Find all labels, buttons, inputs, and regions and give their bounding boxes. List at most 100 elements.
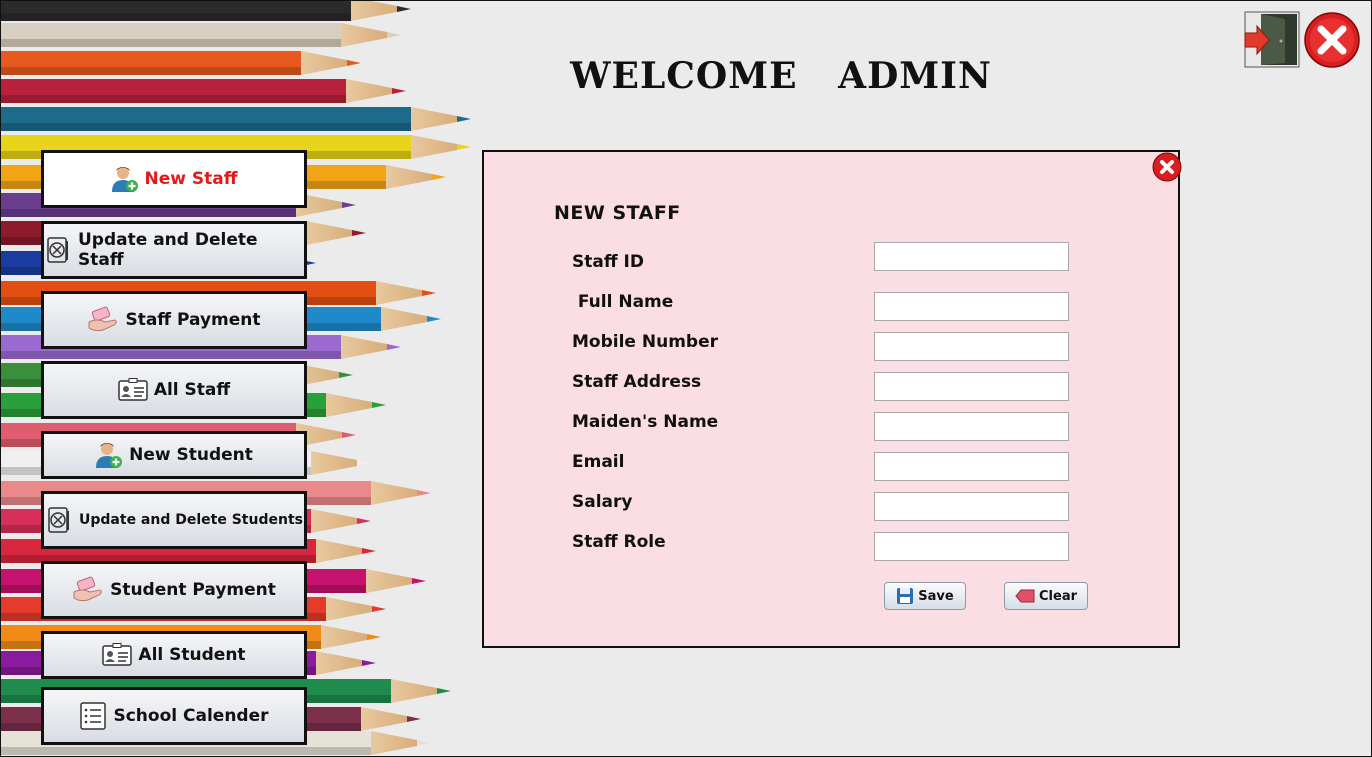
nav-all-student-button[interactable]: All Student (41, 631, 307, 679)
pencil-wood (346, 79, 392, 103)
red-close-icon (1304, 12, 1360, 68)
staff-role-label: Staff Role (572, 532, 666, 552)
pencil-wood (326, 393, 372, 417)
nav-staff-payment-button[interactable]: Staff Payment (41, 291, 307, 349)
staff-address-label: Staff Address (572, 372, 702, 392)
maiden-name-field[interactable] (874, 412, 1069, 441)
floppy-disk-icon (897, 588, 914, 604)
app-window: WELCOME ADMIN New Staff Update and Delet… (0, 0, 1372, 757)
nav-update-delete-staff-button[interactable]: Update and Delete Staff (41, 221, 307, 279)
nav-label: All Staff (153, 380, 231, 400)
nav-label: School Calender (113, 706, 269, 726)
pencil-wood (411, 135, 457, 159)
email-label: Email (572, 452, 625, 472)
full-name-field[interactable] (874, 292, 1069, 321)
close-app-button[interactable] (1303, 11, 1361, 69)
pencil-wood (371, 731, 417, 755)
pencil-shade (1, 95, 346, 103)
list-icon (80, 702, 107, 730)
save-button[interactable]: Save (884, 582, 966, 610)
pencil-tip (362, 660, 376, 666)
mobile-number-field[interactable] (874, 332, 1069, 361)
pencil-wood (311, 509, 357, 533)
staff-address-field[interactable] (874, 372, 1069, 401)
pencil-wood (316, 651, 362, 675)
pencil-wood (386, 165, 432, 189)
eraser-icon (1015, 589, 1035, 603)
clear-label: Clear (1039, 588, 1077, 604)
staff-id-label: Staff ID (572, 252, 644, 272)
pencil-wood (316, 539, 362, 563)
pencil-wood (341, 23, 387, 47)
maiden-name-label: Maiden's Name (572, 412, 719, 432)
pencil-tip (387, 344, 401, 350)
nav-label: Staff Payment (125, 310, 261, 330)
salary-field[interactable] (874, 492, 1069, 521)
mobile-number-label: Mobile Number (572, 332, 718, 352)
payment-hand-icon (73, 576, 102, 602)
nav-label: New Student (129, 445, 253, 465)
pencil-tip (347, 60, 361, 66)
nav-label: New Staff (144, 169, 238, 189)
email-field[interactable] (874, 452, 1069, 481)
nav-all-staff-button[interactable]: All Staff (41, 361, 307, 419)
pencil-wood (376, 281, 422, 305)
pencil-wood (321, 625, 367, 649)
add-user-icon (96, 443, 123, 468)
pencil-wood (306, 221, 352, 245)
clear-button[interactable]: Clear (1004, 582, 1088, 610)
staff-role-field[interactable] (874, 532, 1069, 561)
pencil-wood (341, 335, 387, 359)
pencil-tip (422, 290, 436, 296)
pencil-tip (372, 606, 386, 612)
pencil-shade (1, 747, 371, 755)
nav-new-staff-button[interactable]: New Staff (41, 150, 307, 208)
pencil-wood (361, 707, 407, 731)
pencil-tip (457, 116, 471, 122)
pencil-tip (417, 740, 431, 746)
pencil-tip (407, 716, 421, 722)
staff-id-field[interactable] (874, 242, 1069, 271)
pencil-shade (1, 209, 296, 217)
pencil-shade (1, 13, 351, 21)
nav-label: All Student (138, 645, 246, 665)
pencil-tip (339, 372, 353, 378)
nav-new-student-button[interactable]: New Student (41, 431, 307, 479)
pencil-wood (411, 107, 457, 131)
nav-update-delete-students-button[interactable]: Update and Delete Students (41, 491, 307, 549)
logout-door-icon (1244, 11, 1300, 68)
id-card-icon (102, 643, 133, 666)
pencil-tip (427, 316, 441, 322)
pencil-tip (437, 688, 451, 694)
pencil-tip (387, 32, 401, 38)
pencil-tip (367, 634, 381, 640)
pencil-tip (457, 144, 471, 150)
nav-school-calender-button[interactable]: School Calender (41, 687, 307, 745)
pencil-shade (1, 39, 341, 47)
pencil-tip (432, 174, 446, 180)
pencil-wood (381, 307, 427, 331)
nav-label: Update and Delete Students (79, 512, 303, 528)
pencil-tip (417, 490, 431, 496)
nav-student-payment-button[interactable]: Student Payment (41, 561, 307, 619)
pencil-tip (357, 518, 371, 524)
pencil-wood (351, 1, 397, 21)
pencil-wood (301, 51, 347, 75)
pencil-tip (357, 460, 371, 466)
full-name-label: Full Name (572, 292, 674, 312)
logout-button[interactable] (1243, 11, 1301, 69)
pencil-wood (366, 569, 412, 593)
pencil-tip (342, 202, 356, 208)
save-label: Save (918, 588, 954, 604)
edit-delete-icon (48, 507, 70, 533)
salary-label: Salary (572, 492, 633, 512)
nav-label: Update and Delete Staff (78, 230, 258, 270)
pencil-shade (1, 123, 411, 131)
pencil-wood (311, 451, 357, 475)
pencil-tip (372, 402, 386, 408)
panel-close-button[interactable] (1152, 152, 1182, 182)
pencil-tip (352, 230, 366, 236)
pencil-shade (1, 351, 341, 359)
add-user-icon (111, 167, 138, 192)
pencil-wood (391, 679, 437, 703)
